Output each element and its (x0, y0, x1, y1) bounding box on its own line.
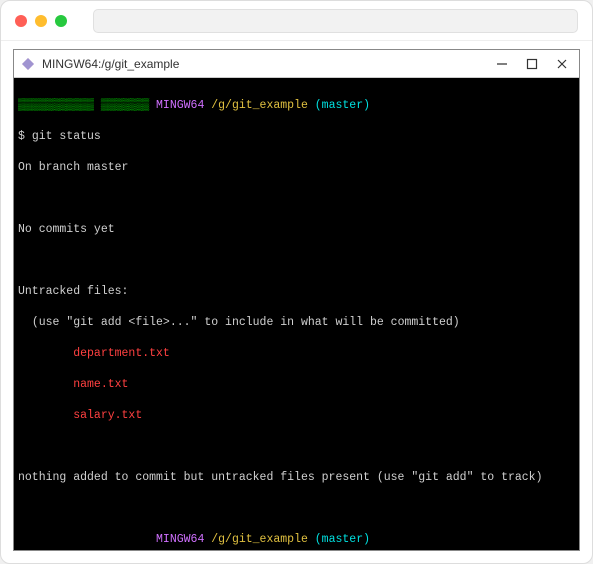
maximize-dot[interactable] (55, 15, 67, 27)
command-line: $ git status (18, 129, 575, 145)
content-area: MINGW64:/g/git_example ▒▒▒▒▒▒▒▒▒▒▒ ▒▒▒▒▒… (1, 41, 592, 563)
browser-frame: MINGW64:/g/git_example ▒▒▒▒▒▒▒▒▒▒▒ ▒▒▒▒▒… (0, 0, 593, 564)
mac-titlebar (1, 1, 592, 41)
untracked-file: name.txt (18, 377, 575, 393)
untracked-file: department.txt (18, 346, 575, 362)
window-controls (495, 57, 573, 71)
output-line: Untracked files: (18, 284, 575, 300)
maximize-button[interactable] (525, 57, 539, 71)
prompt-line: MINGW64 /g/git_example (master) (18, 532, 575, 548)
output-line: nothing added to commit but untracked fi… (18, 470, 575, 486)
minimize-button[interactable] (495, 57, 509, 71)
window-title: MINGW64:/g/git_example (42, 57, 495, 71)
close-dot[interactable] (15, 15, 27, 27)
output-line: On branch master (18, 160, 575, 176)
terminal-body[interactable]: ▒▒▒▒▒▒▒▒▒▒▒ ▒▒▒▒▒▒▒ MINGW64 /g/git_examp… (14, 78, 579, 550)
output-line: (use "git add <file>..." to include in w… (18, 315, 575, 331)
minimize-dot[interactable] (35, 15, 47, 27)
close-button[interactable] (555, 57, 569, 71)
git-bash-icon (20, 56, 36, 72)
url-bar[interactable] (93, 9, 578, 33)
untracked-file: salary.txt (18, 408, 575, 424)
output-line: No commits yet (18, 222, 575, 238)
terminal-window: MINGW64:/g/git_example ▒▒▒▒▒▒▒▒▒▒▒ ▒▒▒▒▒… (13, 49, 580, 551)
window-titlebar: MINGW64:/g/git_example (14, 50, 579, 78)
prompt-line: ▒▒▒▒▒▒▒▒▒▒▒ ▒▒▒▒▒▒▒ MINGW64 /g/git_examp… (18, 98, 575, 114)
